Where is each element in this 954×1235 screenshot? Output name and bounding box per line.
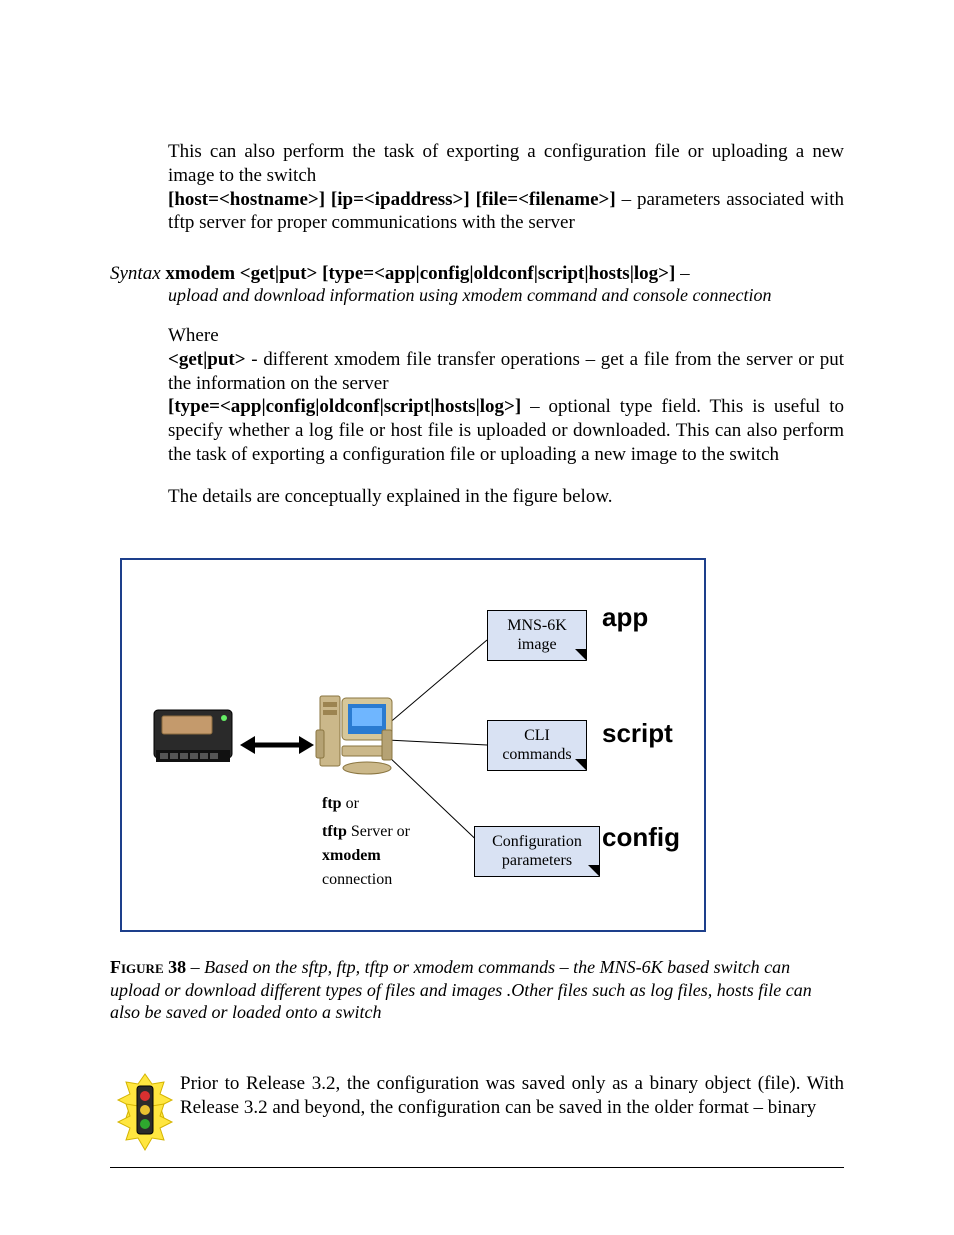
after-where: The details are conceptually explained i… [168, 485, 844, 509]
footer-rule [110, 1167, 844, 1168]
syntax-cmd: xmodem <get|put> [type=<app|config|oldco… [161, 263, 676, 284]
syntax-dash: – [675, 263, 689, 284]
label-app: app [602, 602, 648, 633]
where-line1: <get|put> - different xmodem file transf… [168, 348, 844, 396]
footer-text: Prior to Release 3.2, the configuration … [180, 1072, 844, 1120]
note-mns6k-text: MNS-6K image [507, 617, 567, 652]
server-protocols-text: ftp or tftp Server or xmodem connection [322, 792, 410, 892]
where-block: Where <get|put> - different xmodem file … [168, 324, 844, 467]
params-bold: [host=<hostname>] [ip=<ipaddress>] [file… [168, 189, 616, 210]
figure-caption: Figure 38 – Based on the sftp, ftp, tftp… [110, 956, 844, 1024]
note-cli-text: CLI commands [502, 727, 571, 762]
tftp-server-or: Server or [347, 823, 410, 840]
note-cli-commands: CLI commands [487, 720, 587, 771]
note-config-params: Configuration parameters [474, 826, 600, 877]
ftp-bold: ftp [322, 795, 342, 812]
connection-text: connection [322, 868, 410, 892]
switch-device-icon [142, 700, 242, 780]
note-mns6k-image: MNS-6K image [487, 610, 587, 661]
tftp-bold: tftp [322, 823, 347, 840]
label-script: script [602, 718, 673, 749]
intro-paragraphs: This can also perform the task of export… [168, 140, 844, 235]
traffic-light-icon [110, 1072, 180, 1157]
figure-number: Figure 38 [110, 957, 186, 977]
syntax-label: Syntax [110, 263, 161, 284]
where-line2: [type=<app|config|oldconf|script|hosts|l… [168, 395, 844, 466]
where-title: Where [168, 324, 844, 348]
note-config-text: Configuration parameters [492, 833, 582, 868]
footer-note-row: Prior to Release 3.2, the configuration … [110, 1072, 844, 1157]
figure-caption-text: – Based on the sftp, ftp, tftp or xmodem… [110, 957, 812, 1022]
computer-server-icon [312, 690, 402, 785]
where-getput-desc: - different xmodem file transfer operati… [168, 349, 844, 394]
figure-38-diagram: MNS-6K image CLI commands Configuration … [120, 558, 706, 932]
xmodem-bold: xmodem [322, 847, 381, 864]
intro-p1: This can also perform the task of export… [168, 140, 844, 188]
syntax-description: upload and download information using xm… [168, 285, 844, 306]
document-page: This can also perform the task of export… [0, 0, 954, 1235]
label-config: config [602, 822, 680, 853]
intro-p2: [host=<hostname>] [ip=<ipaddress>] [file… [168, 188, 844, 236]
syntax-line: Syntax xmodem <get|put> [type=<app|confi… [110, 263, 844, 285]
where-type: [type=<app|config|oldconf|script|hosts|l… [168, 396, 521, 417]
where-getput: <get|put> [168, 349, 246, 370]
ftp-or: or [342, 795, 359, 812]
